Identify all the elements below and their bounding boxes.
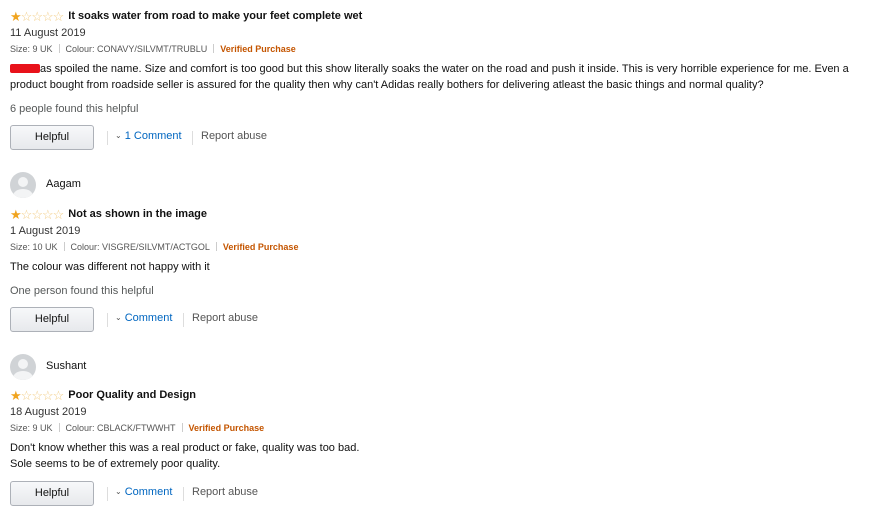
star-full-icon: ★	[10, 207, 22, 222]
colour-label: Colour: CONAVY/SILVMT/TRUBLU	[65, 44, 208, 54]
divider	[58, 44, 60, 53]
review-title[interactable]: It soaks water from road to make your fe…	[68, 10, 362, 22]
report-abuse-link[interactable]: Report abuse	[192, 312, 258, 324]
review-title[interactable]: Not as shown in the image	[68, 208, 207, 220]
review-title-row: ★☆☆☆☆ Poor Quality and Design	[10, 387, 877, 404]
review-actions: Helpful ⌄ Comment Report abuse	[10, 307, 877, 333]
review-body: The colour was different not happy with …	[10, 261, 210, 273]
star-empty-icon: ☆	[52, 388, 65, 403]
review-1: ★☆☆☆☆ It soaks water from road to make y…	[10, 8, 877, 151]
star-empty-icon: ☆	[20, 207, 33, 222]
star-rating[interactable]: ★☆☆☆☆	[10, 387, 65, 404]
review-title[interactable]: Poor Quality and Design	[68, 389, 196, 401]
star-empty-icon: ☆	[52, 9, 65, 24]
review-actions: Helpful ⌄ 1 Comment Report abuse	[10, 125, 877, 151]
star-empty-icon: ☆	[31, 388, 43, 403]
helpful-count: One person found this helpful	[10, 285, 154, 297]
comment-link[interactable]: ⌄ 1 Comment	[115, 130, 182, 142]
divider	[183, 313, 184, 327]
star-empty-icon: ☆	[20, 9, 33, 24]
star-full-icon: ★	[10, 388, 22, 403]
divider	[107, 487, 108, 501]
verified-purchase-badge: Verified Purchase	[188, 423, 265, 433]
star-rating[interactable]: ★☆☆☆☆	[10, 8, 65, 25]
divider	[192, 131, 193, 145]
comment-link[interactable]: ⌄ Comment	[115, 486, 172, 498]
chevron-down-icon: ⌄	[115, 487, 122, 496]
chevron-down-icon: ⌄	[115, 131, 122, 140]
avatar	[10, 172, 36, 198]
divider	[213, 44, 215, 53]
star-empty-icon: ☆	[52, 207, 65, 222]
report-abuse-link[interactable]: Report abuse	[192, 486, 258, 498]
divider	[107, 131, 108, 145]
helpful-button[interactable]: Helpful	[10, 481, 94, 506]
review-date: 1 August 2019	[10, 225, 81, 237]
reviewer-name: Sushant	[46, 360, 87, 372]
colour-label: Colour: VISGRE/SILVMT/ACTGOL	[70, 242, 210, 252]
review-actions: Helpful ⌄ Comment Report abuse	[10, 481, 877, 507]
chevron-down-icon: ⌄	[115, 313, 122, 322]
size-label: Size: 9 UK	[10, 44, 53, 54]
star-empty-icon: ☆	[41, 388, 54, 403]
colour-label: Colour: CBLACK/FTWWHT	[65, 423, 176, 433]
helpful-count: 6 people found this helpful	[10, 103, 139, 115]
avatar	[10, 354, 36, 380]
reviewer-name: Aagam	[46, 178, 81, 190]
review-body-line: product bought from roadside seller is a…	[10, 79, 764, 91]
review-body-line: Sole seems to be of extremely poor quali…	[10, 458, 221, 470]
comment-link[interactable]: ⌄ Comment	[115, 312, 172, 324]
divider	[181, 423, 183, 432]
star-rating[interactable]: ★☆☆☆☆	[10, 206, 65, 223]
review-title-row: ★☆☆☆☆ Not as shown in the image	[10, 206, 877, 223]
review-date: 11 August 2019	[10, 27, 86, 39]
star-empty-icon: ☆	[41, 9, 54, 24]
star-empty-icon: ☆	[31, 9, 43, 24]
redaction-mark	[10, 64, 40, 73]
review-meta: Size: 10 UK Colour: VISGRE/SILVMT/ACTGOL V…	[10, 239, 877, 255]
reviewer-profile[interactable]: Sushant	[10, 354, 877, 382]
helpful-button[interactable]: Helpful	[10, 307, 94, 332]
star-empty-icon: ☆	[31, 207, 43, 222]
size-label: Size: 9 UK	[10, 423, 53, 433]
divider	[183, 487, 184, 501]
review-meta: Size: 9 UK Colour: CBLACK/FTWWHT Verified …	[10, 420, 877, 436]
star-empty-icon: ☆	[20, 388, 33, 403]
divider	[107, 313, 108, 327]
review-2: Aagam ★☆☆☆☆ Not as shown in the image 1 …	[10, 172, 877, 333]
divider	[215, 242, 217, 251]
review-body-line: Don't know whether this was a real produ…	[10, 442, 360, 454]
comment-label: 1 Comment	[124, 130, 182, 142]
comment-label: Comment	[124, 486, 173, 498]
helpful-button[interactable]: Helpful	[10, 125, 94, 150]
verified-purchase-badge: Verified Purchase	[222, 242, 299, 252]
review-3: Sushant ★☆☆☆☆ Poor Quality and Design 18…	[10, 354, 877, 507]
report-abuse-link[interactable]: Report abuse	[201, 130, 267, 142]
star-full-icon: ★	[10, 9, 22, 24]
review-body: as spoiled the name. Size and comfort is…	[10, 61, 877, 93]
size-label: Size: 10 UK	[10, 242, 58, 252]
review-title-row: ★☆☆☆☆ It soaks water from road to make y…	[10, 8, 877, 25]
reviewer-profile[interactable]: Aagam	[10, 172, 877, 200]
review-meta: Size: 9 UK Colour: CONAVY/SILVMT/TRUBLU Ve…	[10, 41, 877, 57]
verified-purchase-badge: Verified Purchase	[220, 44, 296, 54]
comment-label: Comment	[124, 312, 173, 324]
review-body: Don't know whether this was a real produ…	[10, 440, 877, 472]
star-empty-icon: ☆	[41, 207, 54, 222]
review-body-line: as spoiled the name. Size and comfort is…	[40, 63, 849, 75]
divider	[63, 242, 65, 251]
divider	[58, 423, 60, 432]
review-date: 18 August 2019	[10, 406, 87, 418]
